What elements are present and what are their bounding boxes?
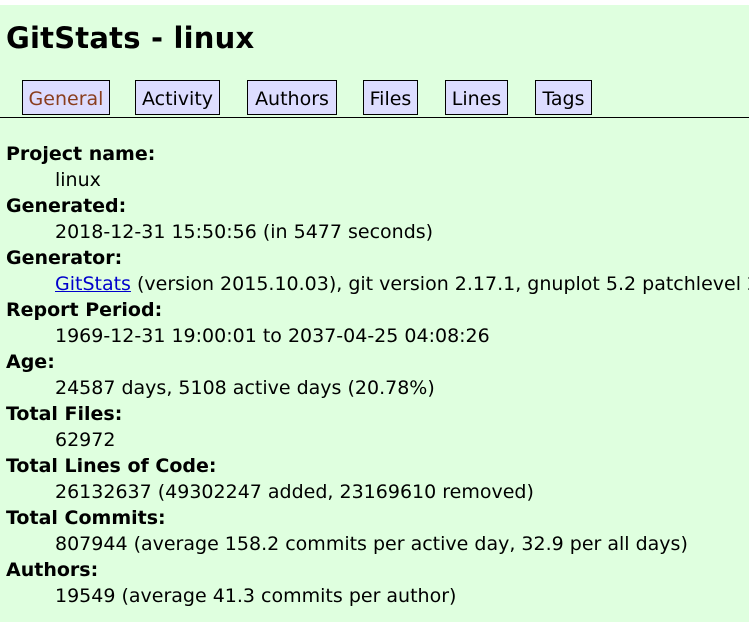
age-value: 24587 days, 5108 active days (20.78%) <box>55 377 435 399</box>
tab-activity-link[interactable]: Activity <box>136 81 219 114</box>
generated-label: Generated: <box>6 195 127 217</box>
tab-authors[interactable]: Authors <box>247 80 337 115</box>
tab-authors-link[interactable]: Authors <box>248 81 336 114</box>
total-lines-value: 26132637 (49302247 added, 23169610 remov… <box>55 481 534 503</box>
total-commits-label: Total Commits: <box>6 507 166 529</box>
authors-value: 19549 (average 41.3 commits per author) <box>55 585 457 607</box>
total-lines-label: Total Lines of Code: <box>6 455 217 477</box>
general-info-list: Project name: linux Generated: 2018-12-3… <box>6 141 749 609</box>
nav-bar: General Activity Authors Files Lines Tag… <box>0 76 749 118</box>
generator-value: GitStats (version 2015.10.03), git versi… <box>55 271 749 297</box>
generator-version-text: (version 2015.10.03), git version 2.17.1… <box>130 273 749 295</box>
total-commits-value: 807944 (average 158.2 commits per active… <box>55 533 688 555</box>
tab-files[interactable]: Files <box>363 80 418 115</box>
tab-general-link[interactable]: General <box>23 81 109 114</box>
gitstats-link[interactable]: GitStats <box>55 273 131 295</box>
page-title: GitStats - linux <box>6 21 255 55</box>
age-label: Age: <box>6 351 55 373</box>
tab-lines-link[interactable]: Lines <box>446 81 507 114</box>
report-period-value: 1969-12-31 19:00:01 to 2037-04-25 04:08:… <box>55 325 490 347</box>
report-page: GitStats - linux General Activity Author… <box>0 5 749 622</box>
tab-lines[interactable]: Lines <box>445 80 508 115</box>
tab-files-link[interactable]: Files <box>364 81 417 114</box>
tab-general[interactable]: General <box>22 80 110 115</box>
report-period-label: Report Period: <box>6 299 163 321</box>
authors-label: Authors: <box>6 559 99 581</box>
generated-value: 2018-12-31 15:50:56 (in 5477 seconds) <box>55 221 434 243</box>
tab-tags-link[interactable]: Tags <box>536 81 591 114</box>
total-files-value: 62972 <box>55 429 116 451</box>
total-files-label: Total Files: <box>6 403 123 425</box>
generator-label: Generator: <box>6 247 123 269</box>
project-name-label: Project name: <box>6 143 156 165</box>
tab-activity[interactable]: Activity <box>135 80 220 115</box>
project-name-value: linux <box>55 169 101 191</box>
tab-tags[interactable]: Tags <box>535 80 592 115</box>
